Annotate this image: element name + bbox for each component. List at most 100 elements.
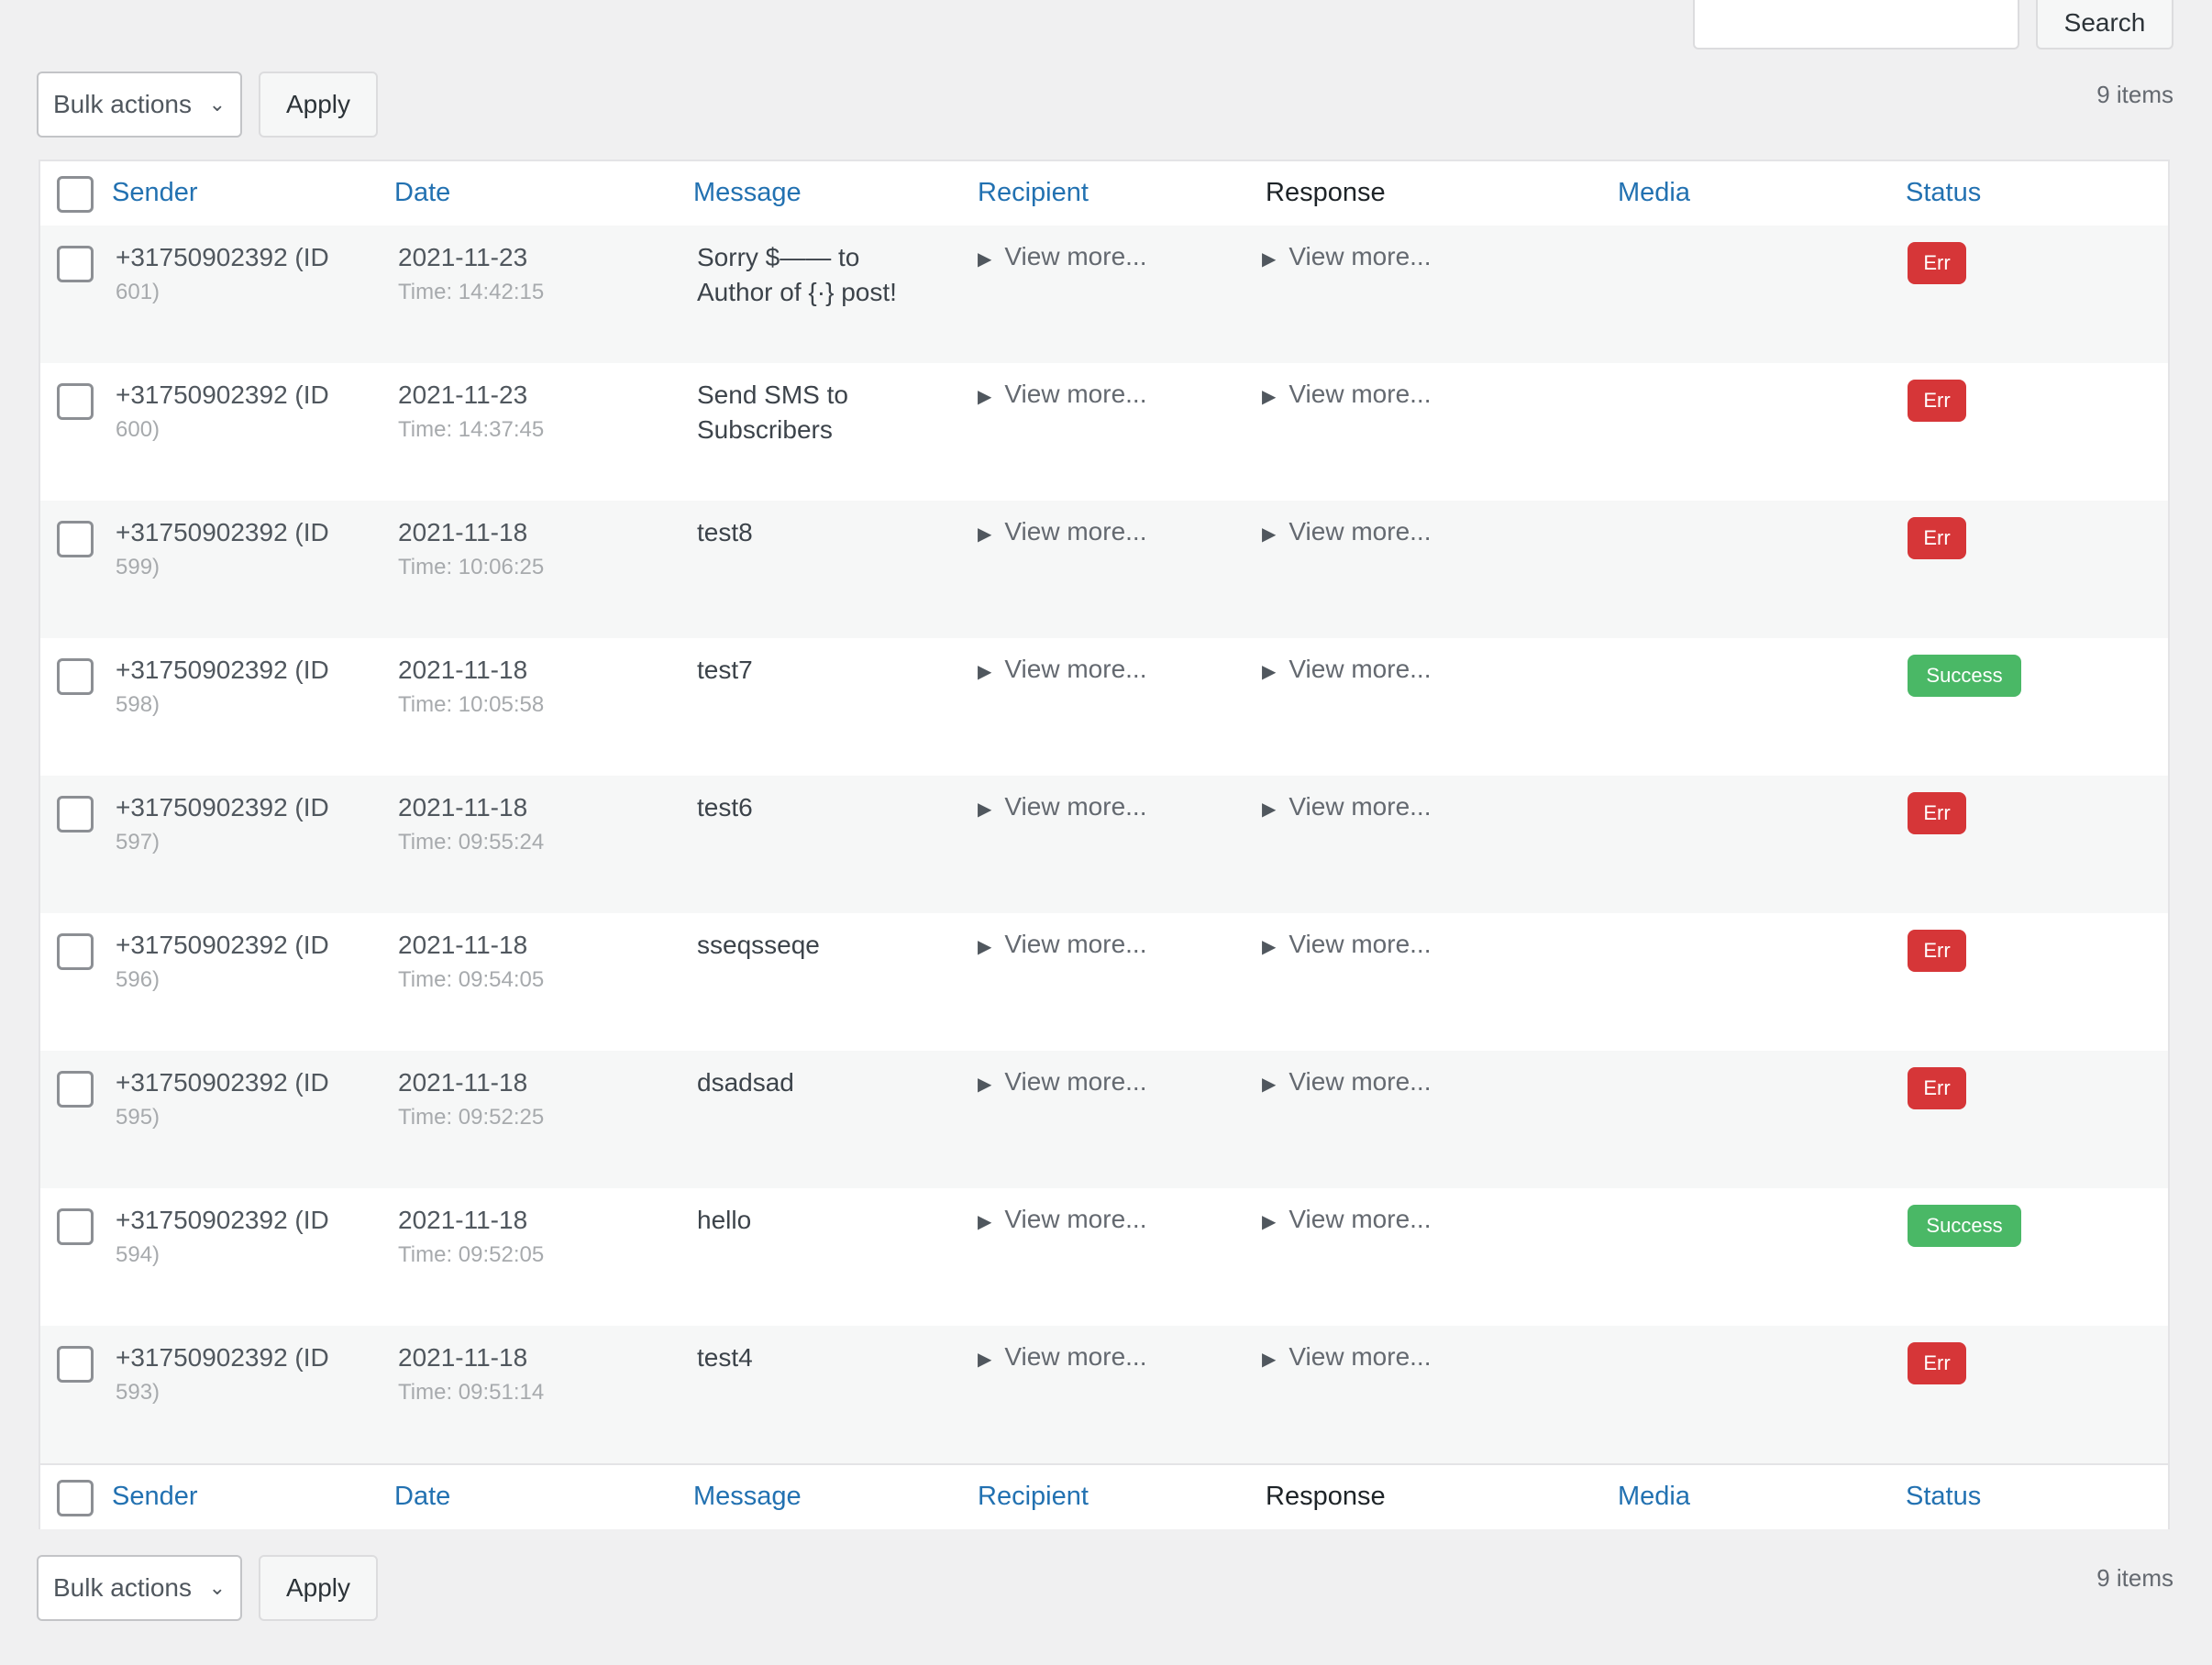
sender-number: +31750902392 (ID [116,793,329,821]
response-view-more[interactable]: View more... [1288,1342,1431,1371]
row-checkbox[interactable] [57,383,94,420]
response-view-more[interactable]: View more... [1288,792,1431,821]
recipient-view-more[interactable]: View more... [1004,380,1146,408]
recipient-view-more[interactable]: View more... [1004,242,1146,270]
sender-id: 597) [116,830,160,855]
recipient-view-more[interactable]: View more... [1004,1067,1146,1096]
row-checkbox[interactable] [57,658,94,695]
status-badge: Err [1908,1067,1966,1109]
disclosure-triangle-icon: ▶ [978,937,992,957]
row-time: Time: 09:51:14 [398,1380,545,1405]
table-header: Sender Date Message Recipient Response M… [40,161,2168,227]
recipient-view-more[interactable]: View more... [1004,517,1146,546]
column-header-status[interactable]: Status [1906,178,1981,208]
disclosure-triangle-icon: ▶ [978,524,992,545]
row-message: hello [697,1206,752,1234]
response-disclosure[interactable]: ▶ View more... [1262,242,1431,271]
apply-button-top[interactable]: Apply [259,72,378,138]
table-row: +31750902392 (ID 593) 2021-11-18 Time: 09:5… [40,1326,2168,1463]
disclosure-triangle-icon: ▶ [1262,249,1277,270]
response-view-more[interactable]: View more... [1288,1067,1431,1096]
sender-number: +31750902392 (ID [116,1206,329,1234]
column-header-date[interactable]: Date [394,178,450,208]
recipient-disclosure[interactable]: ▶ View more... [978,242,1146,271]
column-header-response: Response [1266,178,1386,207]
disclosure-triangle-icon: ▶ [1262,387,1277,407]
recipient-view-more[interactable]: View more... [1004,1205,1146,1233]
row-checkbox[interactable] [57,521,94,557]
recipient-disclosure[interactable]: ▶ View more... [978,380,1146,409]
row-date: 2021-11-18 [398,1206,528,1234]
column-footer-message[interactable]: Message [693,1482,802,1512]
column-footer-media[interactable]: Media [1618,1482,1690,1512]
column-header-sender[interactable]: Sender [112,178,198,208]
recipient-view-more[interactable]: View more... [1004,792,1146,821]
response-disclosure[interactable]: ▶ View more... [1262,1205,1431,1234]
row-message: test6 [697,793,753,821]
response-view-more[interactable]: View more... [1288,380,1431,408]
row-checkbox[interactable] [57,246,94,282]
bulk-actions-select-bottom[interactable]: Bulk actions ⌄ [37,1555,242,1621]
recipient-view-more[interactable]: View more... [1004,1342,1146,1371]
sender-number: +31750902392 (ID [116,518,329,546]
row-checkbox[interactable] [57,1346,94,1383]
row-checkbox[interactable] [57,933,94,970]
search-input[interactable] [1693,0,2019,50]
column-footer-status[interactable]: Status [1906,1482,1981,1512]
sender-id: 600) [116,417,160,442]
column-footer-sender[interactable]: Sender [112,1482,198,1512]
column-footer-date[interactable]: Date [394,1482,450,1512]
response-disclosure[interactable]: ▶ View more... [1262,1067,1431,1097]
recipient-disclosure[interactable]: ▶ View more... [978,655,1146,684]
recipient-disclosure[interactable]: ▶ View more... [978,1067,1146,1097]
row-message: test7 [697,656,753,684]
column-header-media[interactable]: Media [1618,178,1690,208]
response-disclosure[interactable]: ▶ View more... [1262,655,1431,684]
disclosure-triangle-icon: ▶ [1262,799,1277,820]
recipient-disclosure[interactable]: ▶ View more... [978,517,1146,546]
response-view-more[interactable]: View more... [1288,1205,1431,1233]
recipient-disclosure[interactable]: ▶ View more... [978,1205,1146,1234]
select-all-checkbox[interactable] [57,176,94,213]
recipient-disclosure[interactable]: ▶ View more... [978,792,1146,821]
row-time: Time: 10:06:25 [398,555,545,579]
response-view-more[interactable]: View more... [1288,517,1431,546]
disclosure-triangle-icon: ▶ [978,1212,992,1232]
row-date: 2021-11-18 [398,931,528,959]
sender-id: 599) [116,555,160,579]
column-footer-recipient[interactable]: Recipient [978,1482,1089,1512]
row-checkbox[interactable] [57,1071,94,1108]
response-view-more[interactable]: View more... [1288,242,1431,270]
row-checkbox[interactable] [57,796,94,832]
row-message: sseqsseqe [697,931,820,959]
row-message: dsadsad [697,1068,794,1097]
select-all-checkbox-footer[interactable] [57,1480,94,1516]
items-count-bottom: 9 items [2096,1564,2173,1592]
table-row: +31750902392 (ID 594) 2021-11-18 Time: 09:5… [40,1188,2168,1326]
response-disclosure[interactable]: ▶ View more... [1262,1342,1431,1372]
response-disclosure[interactable]: ▶ View more... [1262,930,1431,959]
apply-button-bottom[interactable]: Apply [259,1555,378,1621]
disclosure-triangle-icon: ▶ [978,799,992,820]
row-time: Time: 10:05:58 [398,692,545,717]
disclosure-triangle-icon: ▶ [978,1075,992,1095]
column-header-message[interactable]: Message [693,178,802,208]
row-date: 2021-11-23 [398,243,528,271]
response-disclosure[interactable]: ▶ View more... [1262,792,1431,821]
search-button[interactable]: Search [2036,0,2173,50]
row-checkbox[interactable] [57,1208,94,1245]
response-disclosure[interactable]: ▶ View more... [1262,517,1431,546]
column-header-recipient[interactable]: Recipient [978,178,1089,208]
table-row: +31750902392 (ID 600) 2021-11-23 Time: 14:3… [40,363,2168,501]
bulk-actions-select-top[interactable]: Bulk actions ⌄ [37,72,242,138]
table-row: +31750902392 (ID 601) 2021-11-23 Time: 14:4… [40,226,2168,363]
recipient-disclosure[interactable]: ▶ View more... [978,930,1146,959]
recipient-view-more[interactable]: View more... [1004,930,1146,958]
recipient-view-more[interactable]: View more... [1004,655,1146,683]
response-view-more[interactable]: View more... [1288,655,1431,683]
recipient-disclosure[interactable]: ▶ View more... [978,1342,1146,1372]
row-date: 2021-11-23 [398,380,528,409]
response-view-more[interactable]: View more... [1288,930,1431,958]
disclosure-triangle-icon: ▶ [978,387,992,407]
response-disclosure[interactable]: ▶ View more... [1262,380,1431,409]
